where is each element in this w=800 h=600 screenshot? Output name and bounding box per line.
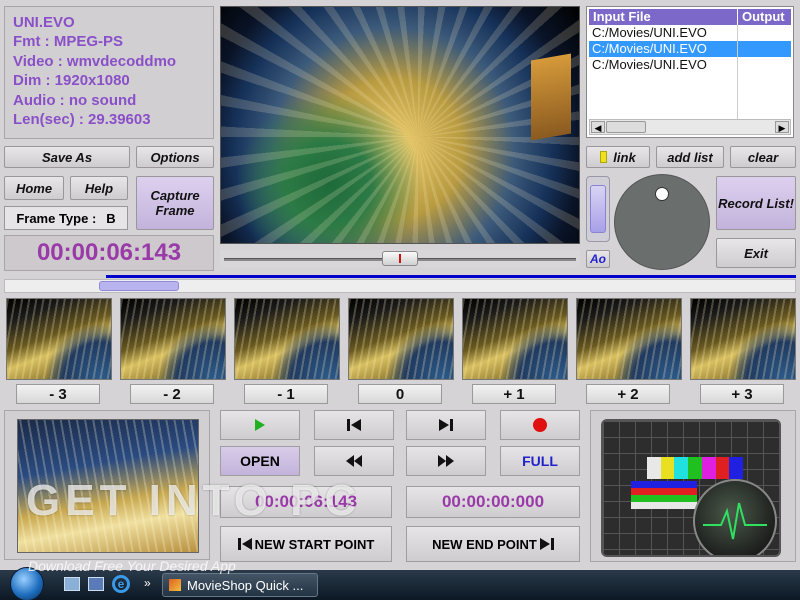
timeline-scroll-thumb[interactable]: [99, 281, 179, 291]
file-name: UNI.EVO: [13, 14, 75, 31]
rewind-icon: [346, 455, 362, 467]
frame-type-value: B: [106, 210, 116, 226]
add-list-button[interactable]: add list: [656, 146, 724, 168]
file-list[interactable]: Input File Output C:/Movies/UNI.EVO C:/M…: [586, 6, 794, 138]
frame-thumbnail[interactable]: [348, 298, 454, 380]
jog-dial[interactable]: [614, 174, 710, 270]
frame-thumbnail[interactable]: [234, 298, 340, 380]
frame-offset-plus-3-button[interactable]: + 3: [700, 384, 784, 404]
timeline-scrollbar[interactable]: [4, 279, 796, 293]
file-dimensions: Dim : 1920x1080: [13, 72, 130, 90]
color-bars: [647, 457, 744, 479]
video-rays: [221, 7, 579, 243]
home-button[interactable]: Home: [4, 176, 64, 200]
new-start-point-label: NEW START POINT: [254, 536, 375, 552]
frame-thumbnail[interactable]: [462, 298, 568, 380]
watermark-subtitle: Download Free Your Desired App: [28, 558, 236, 574]
new-end-point-button[interactable]: NEW END POINT: [406, 526, 580, 562]
file-format: Fmt : MPEG-PS: [13, 33, 124, 51]
new-start-point-button[interactable]: NEW START POINT: [220, 526, 392, 562]
frame-thumbnail[interactable]: [690, 298, 796, 380]
quicklaunch-more-icon[interactable]: »: [144, 576, 151, 590]
end-point-icon: [539, 538, 554, 550]
seek-knob[interactable]: [382, 251, 418, 266]
color-bars-lower: [631, 481, 697, 511]
step-back-icon: [347, 419, 361, 431]
record-list-button[interactable]: Record List!: [716, 176, 796, 230]
file-list-row-selected[interactable]: C:/Movies/UNI.EVO: [589, 41, 791, 57]
link-indicator-icon: [600, 151, 608, 163]
scroll-right-arrow-icon[interactable]: ▶: [775, 121, 789, 133]
tv-monitor-panel: [590, 410, 796, 562]
step-forward-icon: [439, 419, 453, 431]
file-list-row[interactable]: C:/Movies/UNI.EVO: [589, 57, 735, 73]
video-preview: [220, 6, 580, 244]
frame-offset-minus-3-button[interactable]: - 3: [16, 384, 100, 404]
taskbar-window-title: MovieShop Quick ...: [187, 577, 304, 593]
volume-knob[interactable]: [590, 185, 606, 233]
fast-forward-button[interactable]: [406, 446, 486, 476]
file-info-panel: UNI.EVO Fmt : MPEG-PS Video : wmvdecoddm…: [4, 6, 214, 139]
windows-taskbar: e » MovieShop Quick ...: [0, 567, 800, 600]
watermark-title: GET INTO PC: [26, 476, 362, 525]
frame-offset-plus-1-button[interactable]: + 1: [472, 384, 556, 404]
exit-button[interactable]: Exit: [716, 238, 796, 268]
step-forward-button[interactable]: [406, 410, 486, 440]
frame-type-label: Frame Type :: [16, 210, 97, 226]
capture-frame-button[interactable]: Capture Frame: [136, 176, 214, 230]
frame-thumbnail[interactable]: [120, 298, 226, 380]
scroll-left-arrow-icon[interactable]: ◀: [591, 121, 605, 133]
timeline-progress-bar: [106, 275, 796, 278]
options-button[interactable]: Options: [136, 146, 214, 168]
oscilloscope-icon: [693, 479, 777, 555]
switch-windows-icon[interactable]: [88, 577, 104, 591]
column-divider: [737, 25, 738, 119]
input-file-column-header[interactable]: Input File: [589, 9, 737, 25]
frame-offset-plus-2-button[interactable]: + 2: [586, 384, 670, 404]
frame-offset-minus-1-button[interactable]: - 1: [244, 384, 328, 404]
end-point-display: 00:00:00:000: [406, 486, 580, 518]
open-button[interactable]: OPEN: [220, 446, 300, 476]
frame-offset-0-button[interactable]: 0: [358, 384, 442, 404]
file-length: Len(sec) : 29.39603: [13, 111, 151, 129]
tv-test-pattern: [601, 419, 781, 557]
start-point-icon: [237, 538, 252, 550]
rewind-button[interactable]: [314, 446, 394, 476]
step-back-button[interactable]: [314, 410, 394, 440]
taskbar-window-button[interactable]: MovieShop Quick ...: [162, 573, 318, 597]
play-button[interactable]: [220, 410, 300, 440]
link-button[interactable]: link: [586, 146, 650, 168]
movieshop-app-icon: [169, 579, 181, 591]
full-button[interactable]: FULL: [500, 446, 580, 476]
help-button[interactable]: Help: [70, 176, 128, 200]
frame-offset-minus-2-button[interactable]: - 2: [130, 384, 214, 404]
jog-dial-marker[interactable]: [655, 187, 669, 201]
frame-thumbnail[interactable]: [576, 298, 682, 380]
fast-forward-icon: [438, 455, 454, 467]
link-label: link: [613, 149, 636, 165]
play-icon: [255, 419, 265, 431]
frame-type-display: Frame Type : B: [4, 206, 128, 230]
internet-explorer-icon[interactable]: e: [112, 575, 130, 593]
video-object: [531, 53, 571, 141]
record-button[interactable]: [500, 410, 580, 440]
new-end-point-label: NEW END POINT: [432, 536, 537, 552]
record-icon: [533, 418, 547, 432]
file-list-row[interactable]: C:/Movies/UNI.EVO: [589, 25, 735, 41]
clear-button[interactable]: clear: [730, 146, 796, 168]
file-list-header: Input File Output: [589, 9, 791, 25]
file-audio: Audio : no sound: [13, 91, 137, 109]
file-video-codec: Video : wmvdecoddmo: [13, 52, 177, 70]
current-time-display: 00:00:06:143: [4, 235, 214, 271]
frame-thumbnail[interactable]: [6, 298, 112, 380]
volume-slider[interactable]: [586, 176, 610, 242]
save-as-button[interactable]: Save As: [4, 146, 130, 168]
ao-button[interactable]: Ao: [586, 250, 610, 268]
file-list-scrollbar[interactable]: ◀ ▶: [589, 119, 791, 135]
output-column-header[interactable]: Output: [737, 9, 791, 25]
seek-slider[interactable]: [220, 250, 580, 268]
show-desktop-icon[interactable]: [64, 577, 80, 591]
scroll-thumb[interactable]: [606, 121, 646, 133]
